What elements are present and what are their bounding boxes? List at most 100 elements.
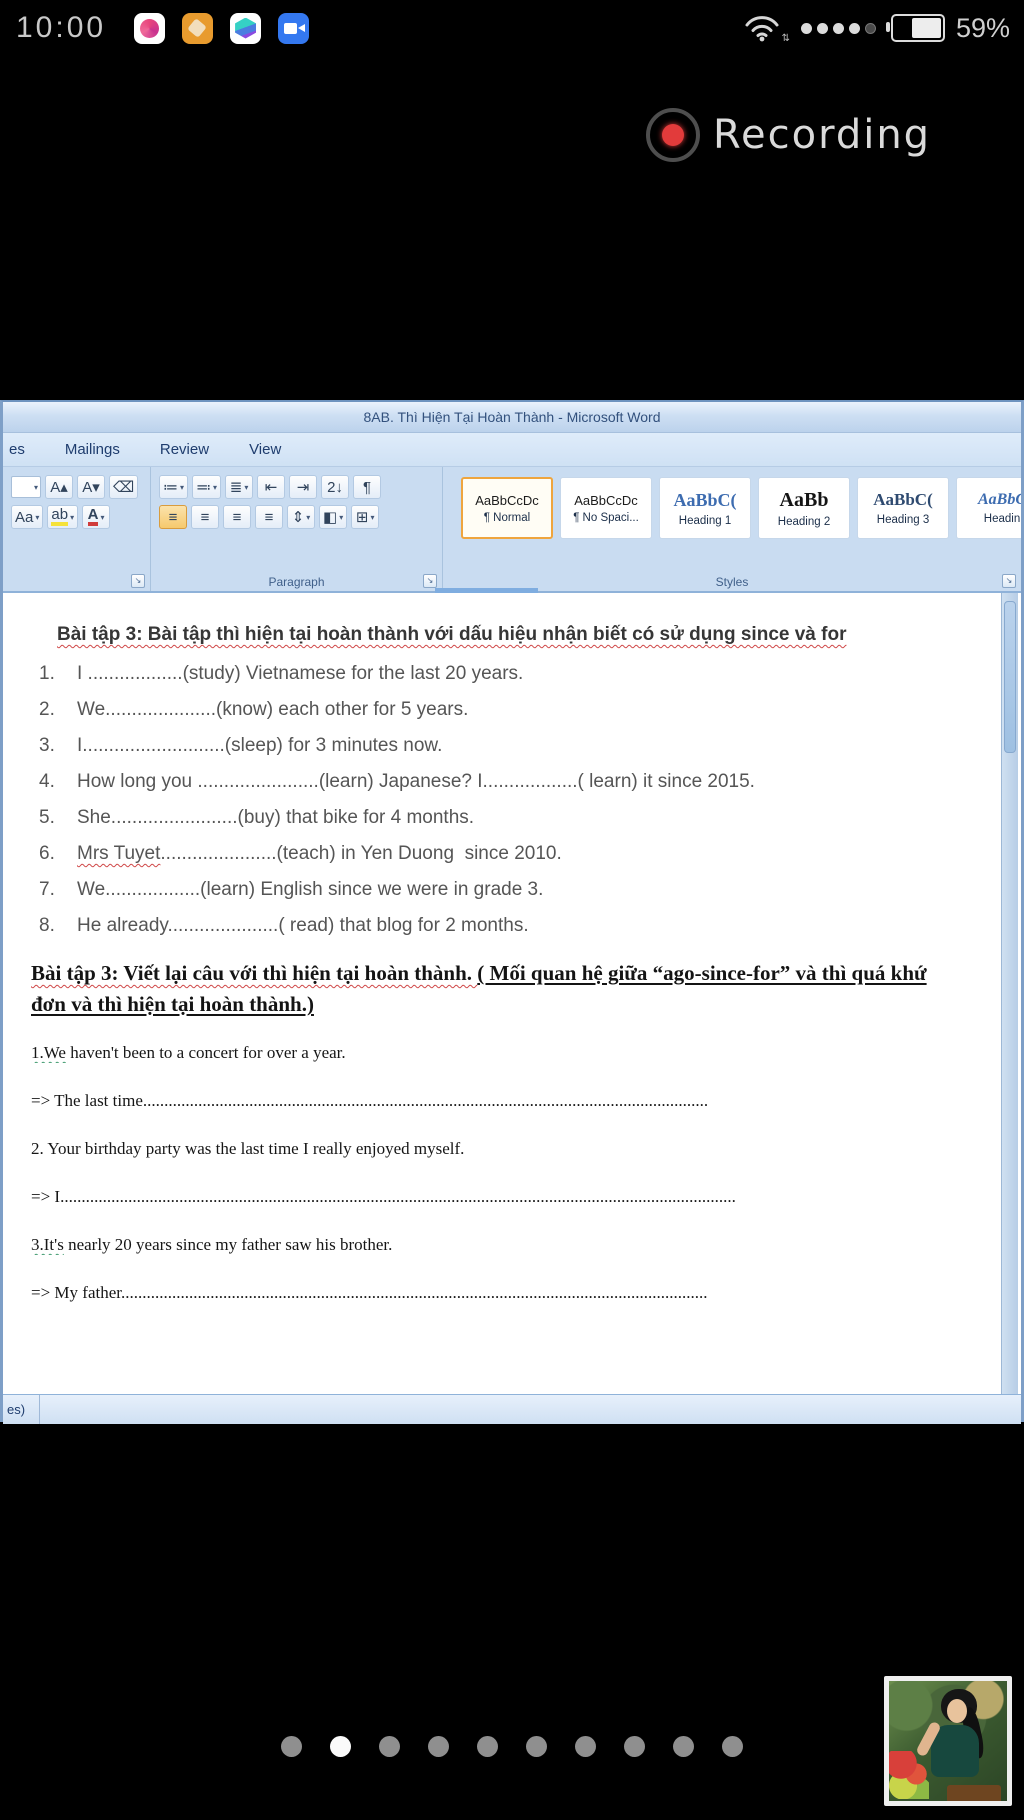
sort-button[interactable]: 2↓ xyxy=(321,475,350,499)
shrink-font-button[interactable]: A▾ xyxy=(77,475,105,499)
exercise1-list: 1. I ..................(study) Vietnames… xyxy=(31,662,965,938)
justify-button[interactable]: ≡ xyxy=(255,505,283,529)
styles-gallery: AaBbCcDc ¶ Normal AaBbCcDc ¶ No Spaci...… xyxy=(447,473,1021,539)
align-right-button[interactable]: ≡ xyxy=(223,505,251,529)
tab-view[interactable]: View xyxy=(249,441,281,458)
tab-references-partial[interactable]: es xyxy=(9,441,25,458)
decrease-indent-button[interactable]: ⇤ xyxy=(257,475,286,499)
multilevel-list-button[interactable]: ≣ ▾ xyxy=(225,475,254,499)
page-dot[interactable] xyxy=(722,1736,743,1757)
paragraph-group-label: Paragraph xyxy=(268,575,325,589)
status-indicators: ⇅ 59% xyxy=(744,13,1010,44)
pink-media-app-icon xyxy=(134,12,166,44)
page-dot[interactable] xyxy=(673,1736,694,1757)
text-highlight-button[interactable]: ab ▾ xyxy=(47,505,79,529)
font-color-button[interactable]: A ▾ xyxy=(82,505,111,529)
battery-percent: 59% xyxy=(955,12,1010,43)
styles-dialog-launcher[interactable]: ↘ xyxy=(1002,574,1016,588)
style-sample: AaBbC( xyxy=(673,489,737,510)
bullets-button[interactable]: ≔ ▾ xyxy=(159,475,189,499)
answer-blank[interactable]: => I....................................… xyxy=(31,1186,965,1207)
style-label: ¶ Normal xyxy=(483,511,531,524)
line-spacing-button[interactable]: ⇕ ▾ xyxy=(287,505,315,529)
show-paragraph-marks-button[interactable]: ¶ xyxy=(353,475,382,499)
ribbon: ▾ A▴ A▾ ⌫ Aa ▾ ab ▾ A ▾ ↘ ≔ ▾ ≕ ▾ ≣ ▾ ⇤ … xyxy=(3,467,1021,593)
zoom-video-app-icon xyxy=(278,12,310,44)
exercise2-heading[interactable]: Bài tập 3: Viết lại câu với thì hiện tại… xyxy=(31,958,956,1020)
align-left-button[interactable]: ≡ xyxy=(159,505,187,529)
sentence[interactable]: 1.We haven't been to a concert for over … xyxy=(31,1042,965,1063)
signal-strength-dots xyxy=(800,22,876,34)
list-item[interactable]: 1. I ..................(study) Vietnames… xyxy=(31,662,965,686)
style-sample: AaBbC xyxy=(977,491,1021,508)
list-item[interactable]: 2. We.....................(know) each ot… xyxy=(31,698,965,722)
title-bar[interactable]: 8AB. Thì Hiện Tại Hoàn Thành - Microsoft… xyxy=(3,402,1021,433)
font-dialog-launcher[interactable]: ↘ xyxy=(131,574,145,588)
network-activity-icon: ⇅ xyxy=(781,33,790,44)
battery-fill xyxy=(911,18,941,38)
borders-button[interactable]: ⊞ ▾ xyxy=(351,505,380,529)
grammar-flagged-word: 3.It's xyxy=(31,1235,64,1254)
style-chip-heading1[interactable]: AaBbC( Heading 1 xyxy=(659,477,751,539)
grammar-flagged-word: 1.We xyxy=(31,1043,66,1062)
list-item[interactable]: 4. How long you .......................(… xyxy=(31,770,965,794)
clear-formatting-button[interactable]: ⌫ xyxy=(109,475,139,499)
shading-button[interactable]: ◧ ▾ xyxy=(319,505,348,529)
webcam-overlay[interactable] xyxy=(884,1676,1012,1806)
list-item[interactable]: 7. We..................(learn) English s… xyxy=(31,878,965,902)
multicolor-hex-app-icon xyxy=(230,12,262,44)
style-sample: AaBbCcDc xyxy=(574,492,638,508)
styles-group: AaBbCcDc ¶ Normal AaBbCcDc ¶ No Spaci...… xyxy=(443,467,1021,591)
style-label: ¶ No Spaci... xyxy=(573,511,639,524)
page-dot[interactable] xyxy=(281,1736,302,1757)
page-dot[interactable] xyxy=(477,1736,498,1757)
tab-mailings[interactable]: Mailings xyxy=(65,441,120,458)
grow-font-button[interactable]: A▴ xyxy=(45,475,73,499)
style-chip-no-spacing[interactable]: AaBbCcDc ¶ No Spaci... xyxy=(560,477,652,539)
status-divider xyxy=(39,1395,41,1424)
list-item[interactable]: 3. I...........................(sleep) f… xyxy=(31,734,965,758)
increase-indent-button[interactable]: ⇥ xyxy=(289,475,318,499)
vertical-scrollbar[interactable] xyxy=(1001,593,1018,1394)
recording-indicator: Recording xyxy=(646,108,931,162)
style-label: Heading 2 xyxy=(777,515,831,528)
exercise1-heading[interactable]: Bài tập 3: Bài tập thì hiện tại hoàn thà… xyxy=(57,621,967,648)
page-dot[interactable] xyxy=(330,1736,351,1757)
page-dot[interactable] xyxy=(624,1736,645,1757)
page-dot[interactable] xyxy=(575,1736,596,1757)
record-dot-icon xyxy=(646,108,700,162)
sentence[interactable]: 2. Your birthday party was the last time… xyxy=(31,1138,965,1159)
sentence[interactable]: 3.It's nearly 20 years since my father s… xyxy=(31,1234,965,1255)
scrollbar-thumb[interactable] xyxy=(1004,601,1016,753)
page-dot[interactable] xyxy=(379,1736,400,1757)
style-label: Headin xyxy=(983,513,1021,525)
tab-review[interactable]: Review xyxy=(160,441,209,458)
window-title: 8AB. Thì Hiện Tại Hoàn Thành - Microsoft… xyxy=(363,409,661,425)
change-case-button[interactable]: Aa ▾ xyxy=(11,505,44,529)
style-chip-normal[interactable]: AaBbCcDc ¶ Normal xyxy=(461,477,553,539)
answer-blank[interactable]: => My father............................… xyxy=(31,1282,965,1303)
list-item[interactable]: 8. He already.....................( read… xyxy=(31,914,965,938)
style-chip-heading2[interactable]: AaBb Heading 2 xyxy=(758,477,850,539)
wifi-icon: ⇅ xyxy=(744,14,790,44)
style-chip-heading3[interactable]: AaBbC( Heading 3 xyxy=(857,477,949,539)
orange-app-icon xyxy=(182,12,214,44)
document-canvas[interactable]: Bài tập 3: Bài tập thì hiện tại hoàn thà… xyxy=(3,593,1021,1394)
battery-icon xyxy=(885,14,945,42)
list-item[interactable]: 6. Mrs Tuyet......................(teach… xyxy=(31,842,965,866)
clock: 10:00 xyxy=(16,11,107,44)
numbering-button[interactable]: ≕ ▾ xyxy=(192,475,222,499)
page-dot[interactable] xyxy=(526,1736,547,1757)
word-status-bar: es) xyxy=(3,1394,1021,1424)
style-label: Heading 1 xyxy=(678,514,732,527)
word-window: 8AB. Thì Hiện Tại Hoàn Thành - Microsoft… xyxy=(0,400,1024,1424)
style-label: Heading 3 xyxy=(876,514,930,526)
font-size-combo[interactable]: ▾ xyxy=(11,476,41,498)
page-dot[interactable] xyxy=(428,1736,449,1757)
page-dots xyxy=(0,1736,1024,1757)
list-item[interactable]: 5. She........................(buy) that… xyxy=(31,806,965,830)
style-chip-heading4-partial[interactable]: AaBbC Headin xyxy=(956,477,1021,539)
align-center-button[interactable]: ≡ xyxy=(191,505,219,529)
answer-blank[interactable]: => The last time........................… xyxy=(31,1090,965,1111)
paragraph-dialog-launcher[interactable]: ↘ xyxy=(423,574,437,588)
